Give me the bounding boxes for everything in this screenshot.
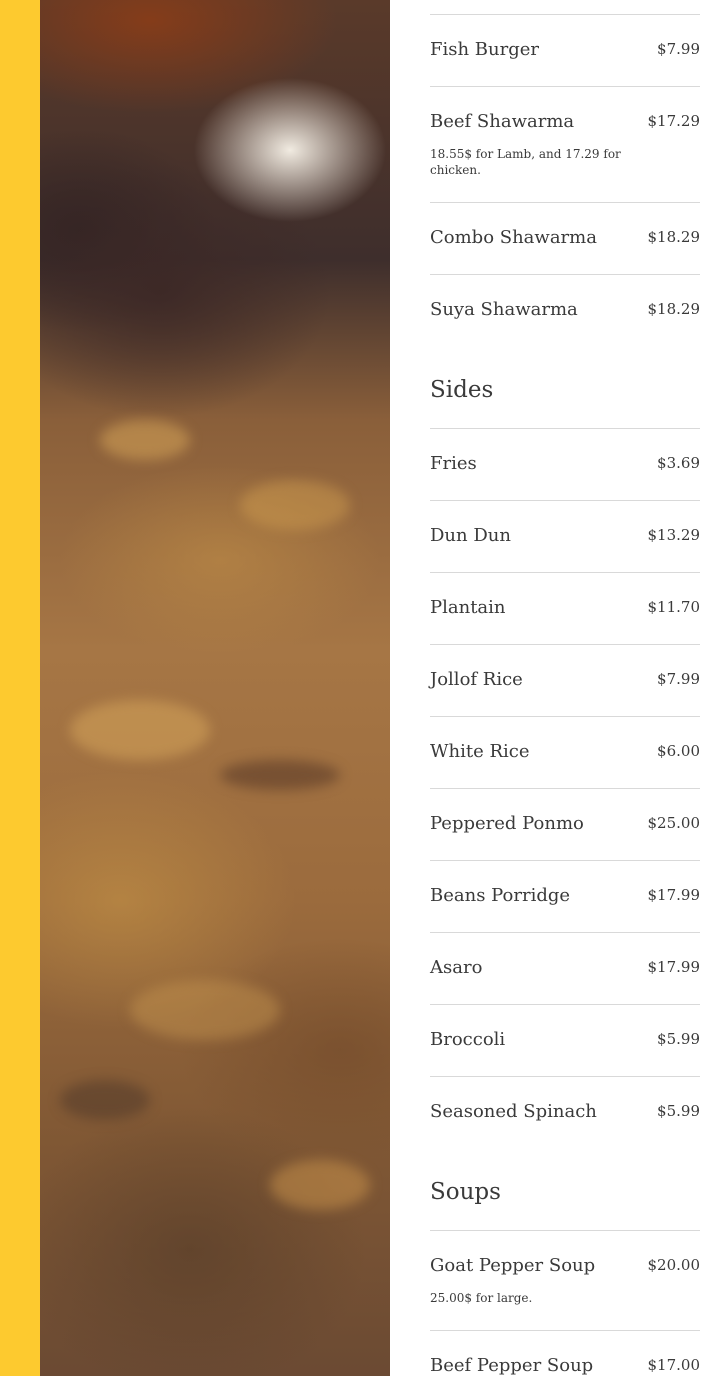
item-name: Jollof Rice (430, 669, 523, 690)
item-name: Goat Pepper Soup (430, 1255, 596, 1276)
menu-item[interactable]: Beans Porridge $17.99 (430, 860, 700, 933)
item-name: Fish Burger (430, 39, 540, 60)
item-name: Beef Pepper Soup (430, 1355, 594, 1376)
item-name: Beef Shawarma (430, 111, 575, 132)
item-price: $7.99 (657, 670, 700, 688)
item-name: Fries (430, 453, 477, 474)
menu-item[interactable]: Beef Shawarma $17.29 18.55$ for Lamb, an… (430, 86, 700, 203)
item-description: 25.00$ for large. (430, 1291, 533, 1305)
item-price: $13.29 (647, 526, 701, 544)
item-name: Suya Shawarma (430, 299, 578, 320)
item-name: Combo Shawarma (430, 227, 597, 248)
item-price: $7.99 (657, 40, 700, 58)
accent-sidebar (0, 0, 40, 1376)
menu-item[interactable]: Fries $3.69 (430, 428, 700, 501)
menu-item[interactable]: Beef Pepper Soup $17.00 (430, 1330, 700, 1377)
item-name: Peppered Ponmo (430, 813, 584, 834)
menu-item[interactable]: Goat Pepper Soup $20.00 25.00$ for large… (430, 1230, 700, 1331)
item-price: $3.69 (657, 454, 700, 472)
menu-item[interactable]: White Rice $6.00 (430, 716, 700, 789)
item-name: Asaro (430, 957, 483, 978)
item-price: $5.99 (657, 1030, 700, 1048)
item-name: Dun Dun (430, 525, 511, 546)
item-price: $5.99 (657, 1102, 700, 1120)
section-title-sides: Sides (430, 377, 494, 403)
item-price: $17.29 (647, 112, 701, 130)
menu-item[interactable]: Jollof Rice $7.99 (430, 644, 700, 717)
item-price: $25.00 (647, 814, 701, 832)
item-description: 18.55$ for Lamb, and 17.29 for chicken. (430, 147, 621, 177)
menu-item[interactable]: Seasoned Spinach $5.99 (430, 1076, 700, 1149)
menu-item[interactable]: Fish Burger $7.99 (430, 14, 700, 87)
item-price: $18.29 (647, 228, 701, 246)
item-price: $20.00 (647, 1256, 701, 1274)
item-price: $17.99 (647, 958, 701, 976)
menu-item[interactable]: Combo Shawarma $18.29 (430, 202, 700, 275)
menu-item[interactable]: Suya Shawarma $18.29 (430, 274, 700, 347)
item-name: White Rice (430, 741, 530, 762)
menu-item[interactable]: Peppered Ponmo $25.00 (430, 788, 700, 861)
item-name: Beans Porridge (430, 885, 571, 906)
item-price: $11.70 (647, 598, 701, 616)
menu-item[interactable]: Plantain $11.70 (430, 572, 700, 645)
menu-item[interactable]: Broccoli $5.99 (430, 1004, 700, 1077)
menu-item[interactable]: Dun Dun $13.29 (430, 500, 700, 573)
item-price: $6.00 (657, 742, 700, 760)
item-price: $18.29 (647, 300, 701, 318)
section-title-soups: Soups (430, 1179, 501, 1205)
item-price: $17.00 (647, 1356, 701, 1374)
food-photo (40, 0, 390, 1376)
menu-item[interactable]: Asaro $17.99 (430, 932, 700, 1005)
item-name: Seasoned Spinach (430, 1101, 597, 1122)
item-price: $17.99 (647, 886, 701, 904)
item-name: Plantain (430, 597, 506, 618)
item-name: Broccoli (430, 1029, 506, 1050)
